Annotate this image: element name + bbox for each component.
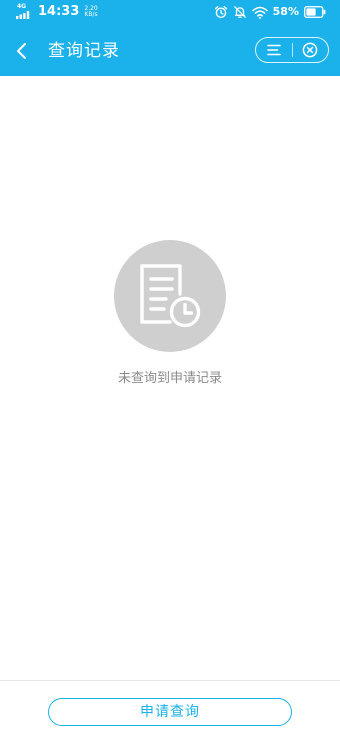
menu-button[interactable] bbox=[256, 38, 292, 62]
back-button[interactable] bbox=[8, 37, 36, 65]
back-chevron-icon bbox=[17, 43, 26, 59]
apply-query-button[interactable]: 申请查询 bbox=[48, 698, 292, 726]
network-speed: 2.20 KB/s bbox=[84, 6, 97, 18]
status-left: 4G 14:33 2.20 KB/s bbox=[16, 3, 98, 20]
document-clock-icon bbox=[140, 264, 201, 328]
status-bar: 4G 14:33 2.20 KB/s 58% bbox=[0, 0, 340, 26]
menu-icon bbox=[266, 44, 281, 56]
battery-icon bbox=[304, 6, 326, 18]
network-indicator: 4G bbox=[16, 3, 34, 20]
signal-icon bbox=[16, 11, 30, 19]
mini-program-capsule bbox=[255, 37, 329, 63]
main-content: 未查询到申请记录 bbox=[0, 76, 340, 680]
battery-percent: 58% bbox=[272, 5, 299, 18]
mute-bell-icon bbox=[233, 6, 246, 18]
bottom-bar: 申请查询 bbox=[0, 680, 340, 737]
alarm-icon bbox=[214, 5, 227, 19]
empty-state-icon-circle bbox=[114, 240, 226, 352]
page-title: 查询记录 bbox=[48, 41, 120, 61]
close-circle-icon bbox=[302, 42, 318, 58]
speed-unit: KB/s bbox=[84, 11, 98, 18]
empty-state-message: 未查询到申请记录 bbox=[117, 371, 222, 386]
status-right: 58% bbox=[214, 5, 326, 19]
wifi-icon bbox=[251, 6, 268, 19]
network-type: 4G bbox=[17, 3, 27, 10]
top-bar: 4G 14:33 2.20 KB/s 58% 查询记录 bbox=[0, 0, 340, 76]
close-button[interactable] bbox=[293, 38, 329, 62]
status-time: 14:33 bbox=[38, 4, 80, 19]
nav-bar: 查询记录 bbox=[0, 26, 340, 76]
